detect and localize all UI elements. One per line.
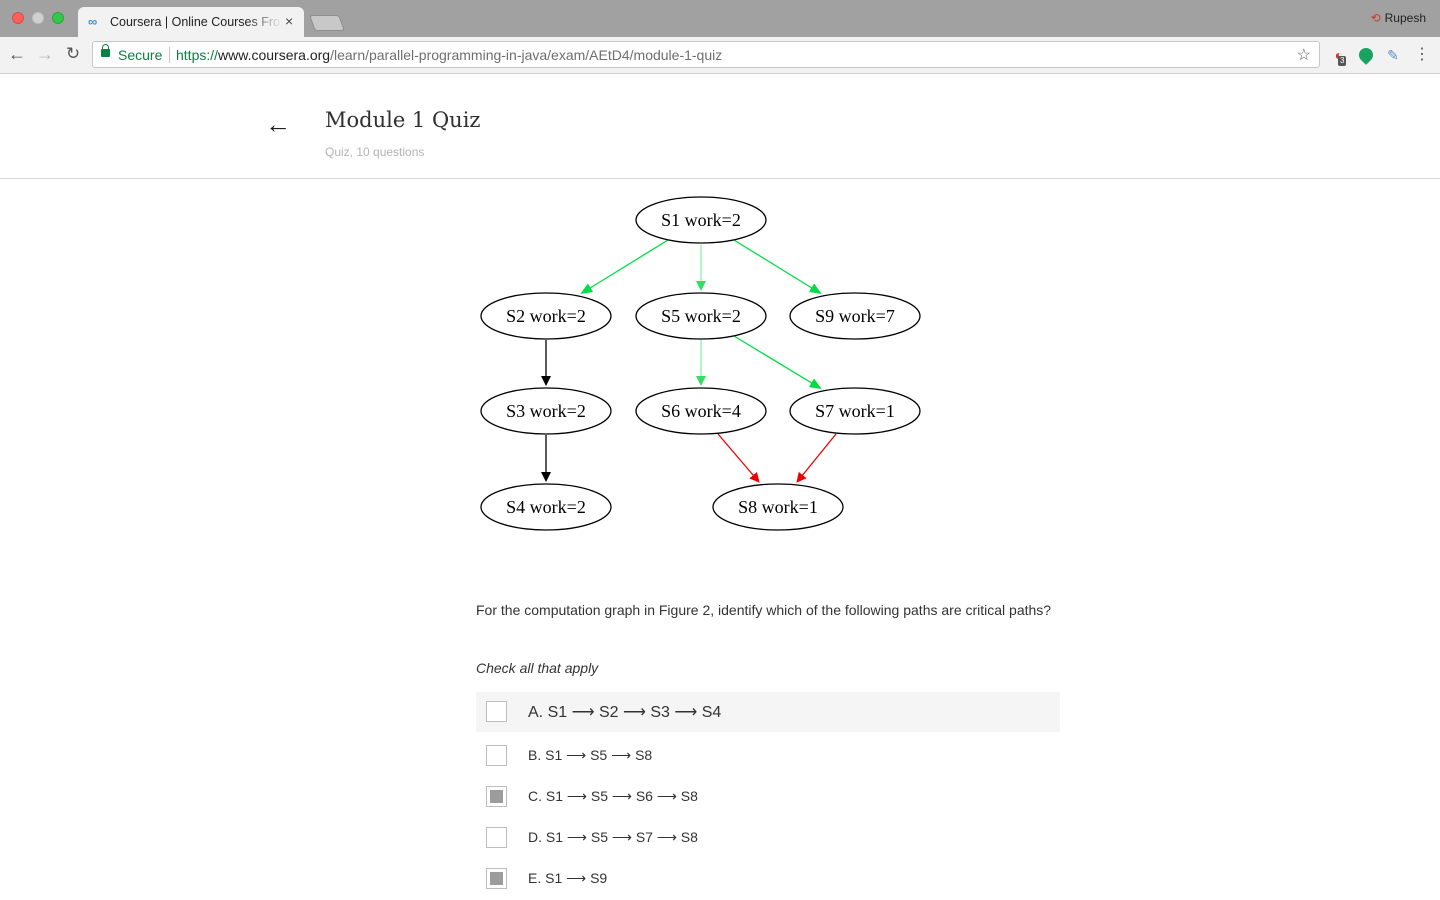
answer-label: A. S1 ⟶ S2 ⟶ S3 ⟶ S4 (528, 704, 722, 721)
answer-option-b[interactable]: B. S1 ⟶ S5 ⟶ S8 (476, 736, 1060, 776)
secure-label: Secure (118, 47, 163, 63)
answer-option-a[interactable]: A. S1 ⟶ S2 ⟶ S3 ⟶ S4 (476, 692, 1060, 732)
edge-s1-s2 (580, 239, 669, 295)
window-maximize-button[interactable] (52, 12, 64, 24)
answer-checkbox[interactable] (486, 745, 507, 766)
graph-node-s8: S8 work=1 (712, 483, 844, 531)
graph-node-label: S6 work=4 (661, 401, 741, 421)
browser-toolbar: ← → ↻ Secure https://www.coursera.org/le… (0, 37, 1440, 74)
question-instruction: Check all that apply (476, 660, 599, 676)
graph-node-s7: S7 work=1 (789, 387, 921, 435)
window-titlebar: ∞ Coursera | Online Courses From Top Uni… (0, 0, 1440, 37)
question-text: For the computation graph in Figure 2, i… (476, 602, 1052, 618)
graph-node-s9: S9 work=7 (789, 292, 921, 340)
graph-node-label: S9 work=7 (815, 306, 895, 326)
quiz-header: ← Module 1 Quiz Quiz, 10 questions (0, 74, 1440, 179)
window-close-button[interactable] (12, 12, 24, 24)
edge-s7-s8 (796, 433, 837, 483)
graph-node-s1: S1 work=2 (635, 196, 767, 244)
back-arrow-icon[interactable]: ← (7, 44, 27, 64)
star-icon[interactable]: ☆ (1297, 45, 1311, 65)
graph-node-s5: S5 work=2 (635, 292, 767, 340)
graph-node-label: S1 work=2 (661, 210, 741, 230)
address-bar[interactable]: Secure https://www.coursera.org/learn/pa… (92, 41, 1320, 68)
answer-checkbox-checked[interactable] (486, 786, 507, 807)
answer-checkbox[interactable] (486, 827, 507, 848)
answer-checkbox[interactable] (486, 701, 507, 722)
edge-s5-s7 (733, 335, 822, 390)
browser-tab-active[interactable]: ∞ Coursera | Online Courses From Top Uni… (78, 7, 304, 37)
answer-label: D. S1 ⟶ S5 ⟶ S7 ⟶ S8 (528, 829, 698, 845)
answer-checkbox-checked[interactable] (486, 868, 507, 889)
coursera-favicon-icon: ∞ (88, 14, 98, 29)
forward-arrow-icon[interactable]: → (35, 44, 55, 64)
extension-icon[interactable]: ✎ (1384, 46, 1402, 64)
extension-badge: 3 (1338, 56, 1347, 66)
graph-node-label: S8 work=1 (738, 497, 818, 517)
edge-s1-s9 (733, 239, 822, 295)
back-arrow-icon[interactable]: ← (265, 111, 291, 137)
page-subtitle: Quiz, 10 questions (325, 145, 425, 159)
graph-node-label: S3 work=2 (506, 401, 586, 421)
graph-node-label: S5 work=2 (661, 306, 741, 326)
answer-label: E. S1 ⟶ S9 (528, 870, 608, 886)
menu-icon[interactable]: ⋮ (1414, 46, 1430, 64)
graph-node-s3: S3 work=2 (480, 387, 612, 435)
window-minimize-button[interactable] (32, 12, 44, 24)
reload-icon[interactable]: ↻ (63, 44, 83, 64)
url-text[interactable]: https://www.coursera.org/learn/parallel-… (176, 47, 722, 63)
graph-node-s2: S2 work=2 (480, 292, 612, 340)
answer-label: C. S1 ⟶ S5 ⟶ S6 ⟶ S8 (528, 788, 698, 804)
tab-close-icon[interactable]: × (285, 13, 293, 29)
answer-label: B. S1 ⟶ S5 ⟶ S8 (528, 747, 653, 763)
graph-node-s4: S4 work=2 (480, 483, 612, 531)
sync-icon: ⟲ (1370, 11, 1381, 25)
extension-icon[interactable] (1356, 45, 1376, 65)
answer-option-d[interactable]: D. S1 ⟶ S5 ⟶ S7 ⟶ S8 (476, 818, 1060, 858)
edge-s6-s8 (717, 433, 760, 483)
profile-button[interactable]: ⟲ Rupesh (1371, 11, 1426, 25)
computation-graph: S1 work=2 S2 work=2 S5 work=2 S9 work=7 … (480, 196, 921, 531)
graph-node-label: S7 work=1 (815, 401, 895, 421)
lock-icon (101, 44, 110, 57)
profile-name: Rupesh (1384, 11, 1426, 25)
page-title: Module 1 Quiz (325, 108, 481, 132)
graph-node-s6: S6 work=4 (635, 387, 767, 435)
new-tab-button[interactable] (309, 15, 345, 31)
graph-node-label: S2 work=2 (506, 306, 586, 326)
answer-option-c[interactable]: C. S1 ⟶ S5 ⟶ S6 ⟶ S8 (476, 777, 1060, 817)
graph-node-label: S4 work=2 (506, 497, 586, 517)
answer-option-e[interactable]: E. S1 ⟶ S9 (476, 859, 1060, 899)
